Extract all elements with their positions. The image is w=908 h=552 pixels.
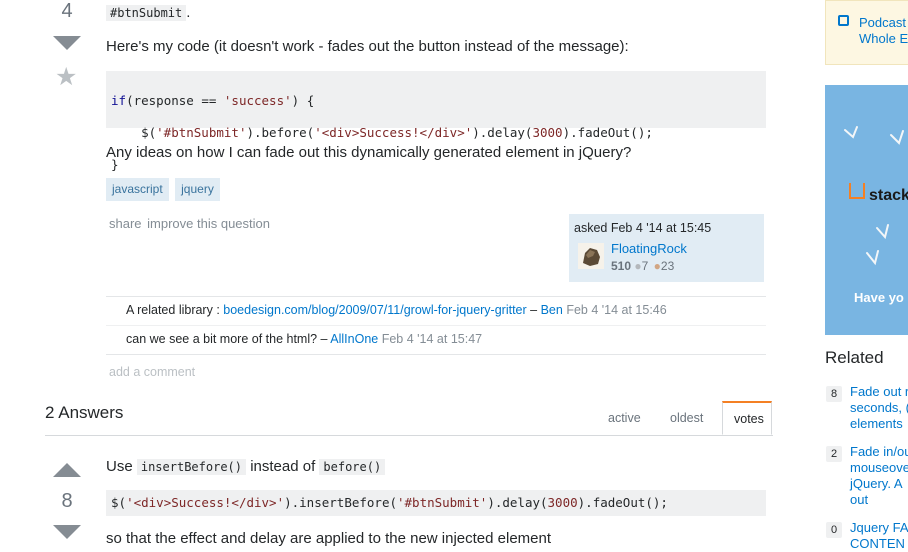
insertbefore-code: insertBefore() [136, 459, 247, 475]
answers-header-border [45, 435, 773, 436]
answer-upvote-arrow-icon[interactable] [53, 463, 81, 477]
tab-votes[interactable]: votes [722, 401, 772, 435]
tab-active[interactable]: active [608, 411, 641, 425]
favorite-star-icon[interactable]: ★ [55, 64, 77, 90]
answer-use-line: Use insertBefore() instead of before() [106, 458, 386, 476]
silver-badge-icon: ● [634, 259, 642, 273]
comment-1-user[interactable]: Ben [541, 303, 563, 317]
btnsubmit-code: #btnSubmit [106, 5, 187, 21]
answer-vote-count: 8 [61, 490, 73, 512]
ad-brand-text: stack [869, 187, 908, 204]
tab-votes-label: votes [734, 412, 764, 426]
user-name-link[interactable]: FloatingRock [611, 241, 687, 256]
related-2-link[interactable]: Fade in/ou mouseove jQuery. A out [850, 444, 908, 508]
add-comment-link[interactable]: add a comment [109, 365, 195, 379]
comment-2-text: can we see a bit more of the html? – [126, 332, 331, 346]
post-menu: share improve this question [109, 216, 270, 231]
comment-1: A related library : boedesign.com/blog/2… [126, 303, 667, 317]
answer-code-block: $('<div>Success!</div>').insertBefore('#… [106, 490, 766, 516]
comment-1-sep: – [526, 303, 541, 317]
answer-downvote-arrow-icon[interactable] [53, 525, 81, 539]
comment-1-time: Feb 4 '14 at 15:46 [566, 303, 667, 317]
comment-1-text: A related library : [126, 303, 224, 317]
question-ideas-text: Any ideas on how I can fade out this dyn… [106, 144, 632, 161]
asked-timestamp: asked Feb 4 '14 at 15:45 [574, 221, 712, 235]
answer-use-text: Use [106, 458, 133, 475]
user-avatar[interactable] [578, 243, 604, 269]
related-3-line-1: Jquery FA [850, 520, 908, 535]
comment-divider [106, 325, 766, 326]
related-1-link[interactable]: Fade out r seconds, ( elements [850, 384, 908, 432]
related-2-count: 2 [826, 446, 843, 462]
question-tags: javascript jquery [106, 178, 220, 201]
code-line-1: if(response == 'success') { [111, 93, 315, 108]
related-1-line-3: elements [850, 416, 903, 431]
related-2-line-4: out [850, 492, 869, 507]
comment-2-user[interactable]: AllInOne [330, 332, 378, 346]
related-2-line-3: jQuery. A [850, 476, 903, 491]
share-link[interactable]: share [109, 216, 142, 231]
podcast-link[interactable]: Podcast Whole E [859, 15, 908, 47]
podcast-bubble-icon [838, 15, 849, 26]
sidebar-podcast-box: Podcast Whole E [825, 0, 908, 65]
before-code: before() [319, 459, 386, 475]
tag-jquery[interactable]: jquery [175, 178, 220, 201]
downvote-arrow-icon[interactable] [53, 36, 81, 50]
related-1-line-2: seconds, ( [850, 400, 908, 415]
sidebar-ad[interactable]: stack Have yo [825, 85, 908, 335]
podcast-line-1: Podcast [859, 15, 906, 30]
code-line-2: $('#btnSubmit').before('<div>Success!</d… [111, 125, 653, 140]
related-3-line-2: CONTEN [850, 536, 905, 551]
answers-title: 2 Answers [45, 403, 124, 422]
user-reputation: 510 [611, 259, 632, 273]
comments-top-border [106, 296, 766, 297]
podcast-line-2: Whole E [859, 31, 908, 46]
stack-logo-icon [849, 183, 865, 199]
user-stats: 510 ●7 ●23 [611, 259, 674, 273]
question-vote-count: 4 [61, 0, 73, 22]
related-3-count: 0 [826, 522, 843, 538]
intro-tail: . [186, 4, 191, 21]
related-2-line-1: Fade in/ou [850, 444, 908, 459]
answer-instead-text: instead of [250, 458, 316, 475]
rock-avatar-icon [578, 243, 604, 269]
related-title: Related [825, 348, 884, 367]
question-intro-line: #btnSubmit. [106, 4, 190, 22]
question-code-block: if(response == 'success') { $('#btnSubmi… [106, 71, 766, 172]
comment-2: can we see a bit more of the html? – All… [126, 332, 482, 346]
silver-badge-count: 7 [641, 259, 649, 273]
tag-javascript[interactable]: javascript [106, 178, 169, 201]
tab-oldest[interactable]: oldest [670, 411, 703, 425]
bronze-badge-icon: ● [653, 259, 661, 273]
related-3-link[interactable]: Jquery FA CONTEN [850, 520, 908, 552]
owner-card: asked Feb 4 '14 at 15:45 FloatingRock 51… [569, 214, 764, 282]
comment-1-link[interactable]: boedesign.com/blog/2009/07/11/growl-for-… [223, 303, 526, 317]
bronze-badge-count: 23 [660, 259, 675, 273]
question-here-text: Here's my code (it doesn't work - fades … [106, 38, 629, 55]
related-1-line-1: Fade out r [850, 384, 908, 399]
improve-question-link[interactable]: improve this question [147, 216, 270, 231]
ad-cta-text: Have yo [854, 290, 904, 305]
comment-2-time: Feb 4 '14 at 15:47 [381, 332, 483, 346]
answer-trailing-text: so that the effect and delay are applied… [106, 530, 552, 547]
related-1-count: 8 [826, 386, 843, 402]
related-2-line-2: mouseove [850, 460, 908, 475]
comments-bottom-border [106, 354, 766, 355]
